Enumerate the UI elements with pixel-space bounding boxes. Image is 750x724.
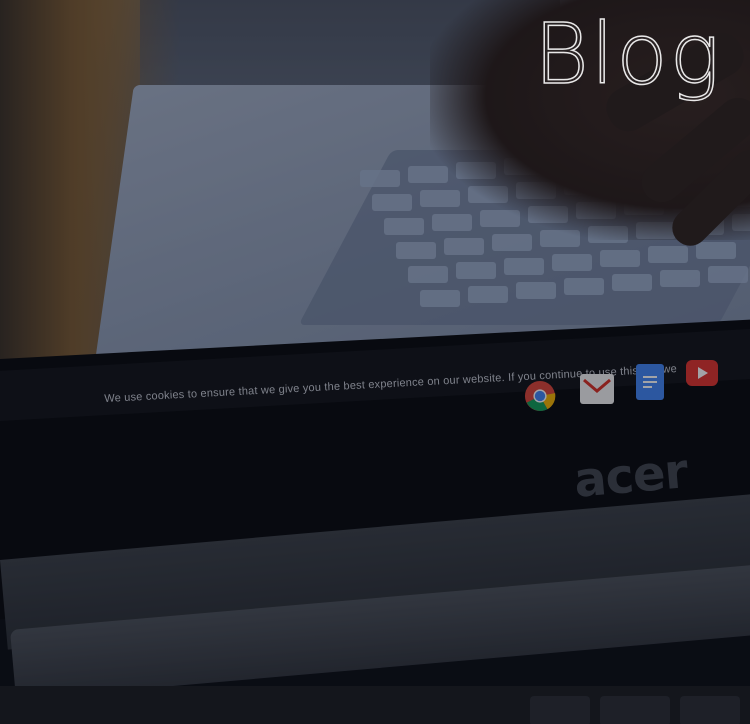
page-title: Blog (533, 4, 722, 104)
hero-dark-overlay (0, 0, 750, 724)
hero-background-photo: We use cookies to ensure that we give yo… (0, 0, 750, 724)
